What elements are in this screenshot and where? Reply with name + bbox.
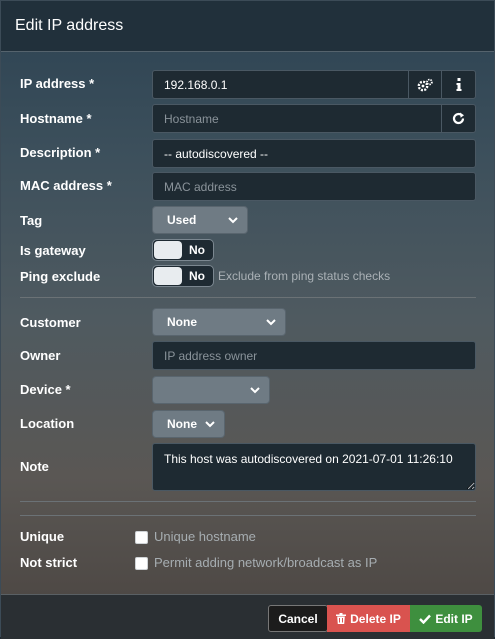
chevron-down-icon — [250, 387, 260, 394]
customer-select-value: None — [167, 315, 197, 329]
edit-ip-button[interactable]: Edit IP — [410, 605, 482, 632]
ip-info-button[interactable] — [441, 70, 476, 99]
dialog-footer: Cancel Delete IP Edit IP — [1, 594, 494, 639]
owner-input[interactable]: IP address owner — [152, 341, 476, 370]
delete-ip-button[interactable]: Delete IP — [327, 605, 410, 632]
info-icon — [456, 78, 461, 91]
location-label: Location — [20, 416, 75, 431]
note-label: Note — [20, 459, 49, 474]
customer-label: Customer — [20, 315, 81, 330]
not-strict-checkbox[interactable] — [135, 557, 148, 570]
edit-ip-dialog: Edit IP address IP address * 192.168.0.1… — [0, 0, 495, 639]
toggle-knob — [154, 241, 182, 259]
ping-exclude-hint: Exclude from ping status checks — [218, 269, 391, 283]
ping-exclude-toggle[interactable]: No — [152, 265, 214, 287]
chevron-down-icon — [205, 421, 215, 428]
description-label: Description * — [20, 145, 101, 160]
note-textarea[interactable]: This host was autodiscovered on 2021-07-… — [152, 443, 476, 491]
mac-address-input[interactable]: MAC address — [152, 172, 476, 201]
dialog-title: Edit IP address — [15, 17, 124, 34]
unique-checkbox[interactable] — [135, 531, 148, 544]
hostname-input[interactable]: Hostname — [152, 104, 442, 133]
not-strict-option-text: Permit adding network/broadcast as IP — [154, 555, 378, 570]
is-gateway-toggle[interactable]: No — [152, 239, 214, 261]
cancel-button-label: Cancel — [278, 611, 318, 626]
ip-actions-button[interactable] — [408, 70, 442, 99]
tag-select[interactable]: Used — [152, 206, 248, 234]
location-select-value: None — [167, 417, 197, 431]
mac-address-label: MAC address * — [20, 178, 112, 193]
section-divider — [20, 515, 476, 516]
ip-address-input[interactable]: 192.168.0.1 — [152, 70, 409, 99]
delete-ip-button-label: Delete IP — [350, 611, 401, 626]
chevron-down-icon — [266, 319, 276, 326]
is-gateway-label: Is gateway — [20, 243, 86, 258]
not-strict-label: Not strict — [20, 555, 78, 570]
chevron-down-icon — [228, 217, 238, 224]
refresh-icon — [452, 112, 465, 125]
description-input[interactable]: -- autodiscovered -- — [152, 139, 476, 168]
section-divider — [20, 501, 476, 502]
owner-label: Owner — [20, 348, 61, 363]
section-divider — [20, 297, 476, 298]
device-label: Device * — [20, 382, 71, 397]
device-select[interactable] — [152, 376, 270, 404]
customer-select[interactable]: None — [152, 308, 286, 336]
trash-icon — [336, 613, 347, 624]
tag-select-value: Used — [167, 213, 197, 227]
dialog-header: Edit IP address — [1, 1, 494, 52]
ip-address-label: IP address * — [20, 76, 95, 91]
unique-label: Unique — [20, 529, 65, 544]
hostname-label: Hostname * — [20, 111, 92, 126]
ping-exclude-label: Ping exclude — [20, 269, 101, 284]
unique-option-text: Unique hostname — [154, 529, 256, 544]
is-gateway-value: No — [189, 243, 205, 257]
ping-exclude-value: No — [189, 269, 205, 283]
gears-icon — [417, 78, 433, 91]
cancel-button[interactable]: Cancel — [268, 605, 328, 632]
hostname-refresh-button[interactable] — [441, 104, 476, 133]
check-icon — [419, 614, 432, 624]
location-select[interactable]: None — [152, 410, 225, 438]
tag-label: Tag — [20, 213, 43, 228]
toggle-knob — [154, 267, 182, 285]
edit-ip-button-label: Edit IP — [435, 611, 473, 626]
